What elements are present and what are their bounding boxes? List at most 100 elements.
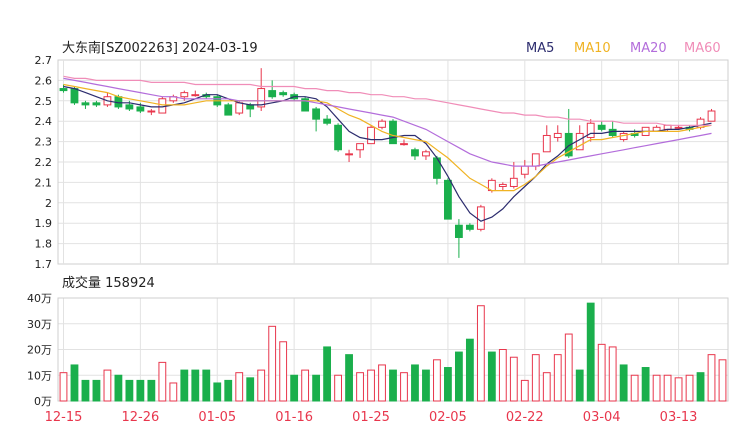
volume-bar [125,379,134,402]
volume-bar [367,369,375,402]
price-tick-label: 2.4 [35,115,53,128]
candle-body [323,118,332,124]
volume-bar [213,382,222,402]
volume-bar [191,369,200,402]
volume-bar [422,369,430,402]
candle-body [268,90,277,98]
volume-bar [685,374,694,402]
volume-bar [378,364,386,402]
volume-tick-label: 40万 [27,292,52,305]
volume-bar [136,379,145,402]
candle-body [454,224,463,238]
candle-body [367,126,375,145]
volume-bar [114,374,123,402]
volume-bar [707,354,716,402]
volume-bar [498,349,507,402]
date-tick-label: 03-04 [583,410,621,425]
volume-bar [465,338,474,402]
price-tick-label: 1.9 [35,217,53,230]
candle-body [542,134,551,153]
candle-body [520,165,529,175]
candle-body [59,88,68,92]
price-tick-label: 2.1 [35,176,53,189]
candle-body [92,102,101,106]
date-tick-label: 12-15 [45,410,83,425]
volume-bar [630,374,639,402]
volume-bar [169,382,178,402]
volume-bar [81,379,90,402]
candle-body [312,108,321,120]
candle-body [191,94,200,97]
volume-bar [268,325,277,402]
price-tick-label: 2 [45,197,52,210]
candle-body [125,104,134,110]
volume-bar [59,372,68,402]
volume-bar [202,369,211,402]
price-tick-label: 2.7 [35,54,53,67]
candle-body [180,92,189,98]
volume-bar [718,359,727,402]
date-x-axis: 12-15 12-26 01-05 01-16 01-25 02-05 02-22 03-04… [45,410,698,425]
volume-bar [608,346,617,402]
volume-bar [542,372,551,402]
volume-bar [487,351,496,402]
candle-body [235,102,244,114]
volume-bar [312,374,321,402]
candle-body [553,132,562,139]
legend-ma5: MA5 [526,41,554,56]
volume-y-axis: 40万 30万 20万 10万 0万 [27,292,52,408]
candle-body [509,177,518,187]
volume-bar [663,374,672,402]
volume-bar [180,369,189,402]
date-tick-label: 01-05 [198,410,236,425]
volume-bar [433,359,441,402]
volume-bar [147,379,156,402]
candle-body [378,120,386,128]
volume-bar [553,354,562,402]
volume-bar [575,369,584,402]
legend-ma10: MA10 [574,41,611,56]
volume-bar [158,361,167,402]
volume-bar [356,372,364,402]
candle-body [70,88,79,104]
volume-bar [411,364,419,402]
price-grid [57,59,729,265]
volume-title: 成交量 158924 [62,275,155,291]
date-tick-label: 12-26 [121,410,159,425]
volume-bar [641,367,650,402]
candle-body [597,124,606,130]
price-tick-label: 2.2 [35,156,53,169]
price-tick-label: 2.3 [35,136,53,149]
candle-body [411,149,419,157]
date-tick-label: 01-25 [352,410,390,425]
volume-bar [400,372,408,402]
candle-body [465,224,474,230]
volume-bar [257,369,266,402]
volume-bar [334,374,342,402]
volume-bar [279,341,288,402]
chart-title: 大东南[SZ002263] 2024-03-19 [62,40,258,56]
volume-tick-label: 20万 [27,344,52,357]
candle-body [674,126,683,129]
legend-ma20: MA20 [630,41,667,56]
volume-bar [619,364,628,402]
volume-bar [586,302,595,402]
price-tick-label: 2.6 [35,74,53,87]
volume-bar [520,379,529,402]
candle-body [389,120,397,145]
volume-tick-label: 0万 [34,395,52,408]
candle-body [334,124,342,151]
volume-bar [476,305,485,402]
volume-bar [696,372,705,402]
volume-bar [389,369,397,402]
volume-bar [345,354,353,402]
candle-body [356,143,364,151]
candle-body [400,143,408,146]
candle-body [707,110,716,122]
moving-average-lines [63,75,712,222]
volume-bar [454,351,463,402]
price-tick-label: 1.8 [35,238,53,251]
volume-bar [509,356,518,402]
candle-body [476,206,485,230]
candle-body [279,92,288,96]
